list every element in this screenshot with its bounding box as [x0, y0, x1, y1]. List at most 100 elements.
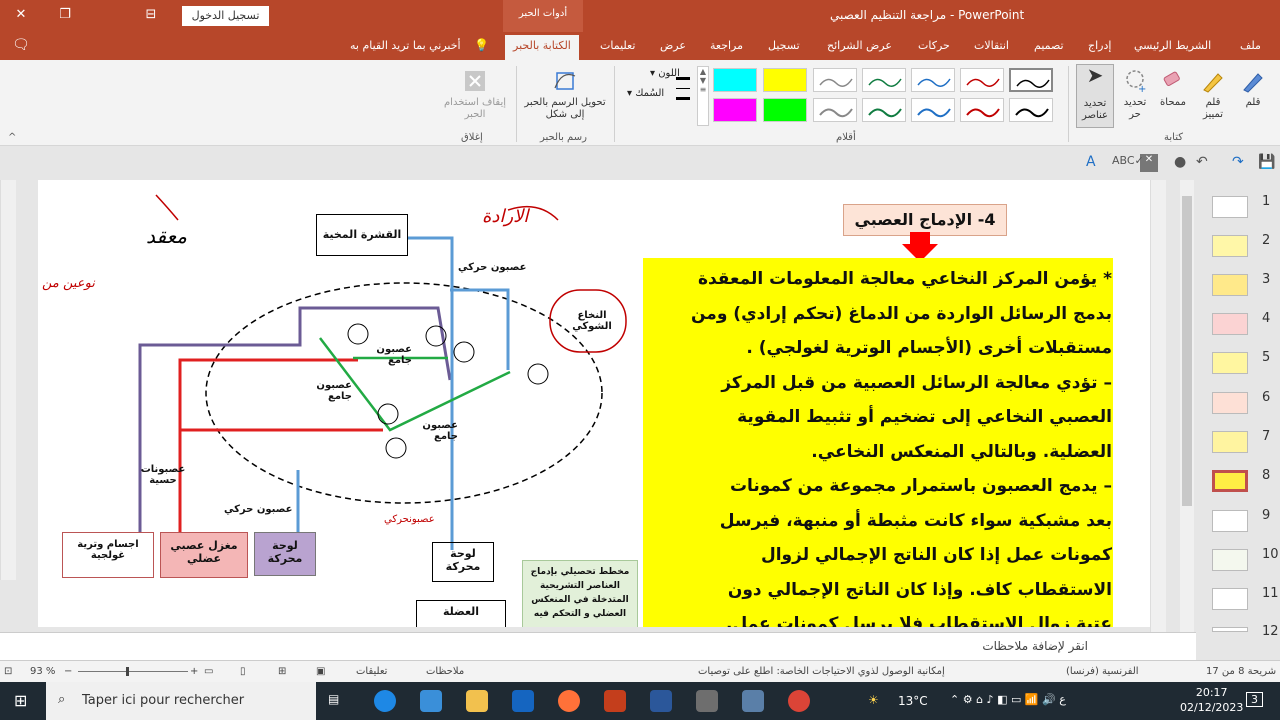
thumbs-scroll-thumb[interactable]: [1182, 196, 1192, 506]
dictate-icon[interactable]: ●: [1174, 154, 1186, 170]
line-4: – تؤدي معالجة الرسائل العصبية من قبل الم…: [721, 372, 1112, 393]
thumbnail-6[interactable]: [1212, 392, 1248, 414]
chrome-icon[interactable]: [788, 690, 810, 712]
thumbnail-9[interactable]: [1212, 510, 1248, 532]
notification-count[interactable]: 3: [1246, 692, 1263, 707]
thumbnail-12[interactable]: [1212, 627, 1248, 632]
highlighter-yellow[interactable]: [763, 68, 807, 92]
line-10: الاستقطاب كاف. وإذا كان الناتج الإجمالي …: [727, 579, 1112, 600]
highlighter-green[interactable]: [763, 98, 807, 122]
pen-gray[interactable]: [813, 68, 857, 92]
select-objects-button[interactable]: ➤ تحديد عناصر: [1076, 64, 1114, 128]
taskbar-search[interactable]: ⌕ Taper ici pour rechercher: [46, 682, 316, 720]
edge-icon[interactable]: [374, 690, 396, 712]
windows-start-icon[interactable]: ⊞: [14, 691, 27, 710]
weather-icon[interactable]: ☀: [868, 693, 879, 707]
tab-help[interactable]: تعليمات: [600, 39, 635, 52]
zoom-slider[interactable]: [78, 671, 188, 672]
zoom-level[interactable]: 93 %: [30, 666, 55, 677]
pens-gallery-scroll[interactable]: ▲ ▼ ≡: [697, 66, 709, 126]
tab-insert[interactable]: إدراج: [1088, 39, 1111, 52]
slide-canvas[interactable]: 4- الإدماج العصبي * يؤمن المركز النخاعي …: [38, 180, 1150, 627]
word-icon[interactable]: [650, 690, 672, 712]
thumbnail-11[interactable]: [1212, 588, 1248, 610]
left-scrollbar[interactable]: [0, 180, 16, 580]
thumbnail-7[interactable]: [1212, 431, 1248, 453]
group-writing-label: كتابة: [1164, 132, 1183, 143]
ribbon-display-options-icon[interactable]: ⊟: [138, 4, 164, 26]
zoom-in-icon[interactable]: +: [190, 666, 198, 677]
thumbnail-1[interactable]: [1212, 196, 1248, 218]
fit-slide-icon[interactable]: ⊡: [4, 666, 12, 677]
file-explorer-icon[interactable]: [466, 690, 488, 712]
pen-blue[interactable]: [911, 68, 955, 92]
tab-design[interactable]: تصميم: [1034, 39, 1064, 52]
reading-view-icon[interactable]: ▯: [240, 666, 246, 677]
comments-button[interactable]: تعليقات: [356, 666, 387, 677]
thumbnail-8-selected[interactable]: [1212, 470, 1248, 492]
pen-green-2[interactable]: [862, 98, 906, 122]
thumbnail-10[interactable]: [1212, 549, 1248, 571]
sorter-view-icon[interactable]: ⊞: [278, 666, 286, 677]
zoom-slider-thumb[interactable]: [126, 667, 129, 676]
highlighter-cyan[interactable]: [713, 68, 757, 92]
save-icon[interactable]: 💾: [1258, 154, 1275, 170]
powerpoint-icon[interactable]: [604, 690, 626, 712]
notes-pane[interactable]: انقر لإضافة ملاحظات: [0, 632, 1196, 660]
close-window-button[interactable]: ✕: [8, 4, 34, 26]
vertical-scrollbar[interactable]: [1150, 180, 1166, 632]
pen-button[interactable]: قلم: [1236, 68, 1270, 109]
thickness-dropdown[interactable]: ▾ السُمك: [627, 88, 664, 99]
pen-green[interactable]: [862, 68, 906, 92]
tab-review[interactable]: مراجعة: [710, 39, 743, 52]
thumbnail-4[interactable]: [1212, 313, 1248, 335]
tab-file[interactable]: ملف: [1240, 39, 1261, 52]
tray-icons[interactable]: ⌃ ⚙ ⌂ ♪ ◧ ▭ 📶 🔊 ع: [950, 693, 1066, 706]
tab-view[interactable]: عرض: [660, 39, 686, 52]
weather-temp[interactable]: 13°C: [898, 694, 928, 708]
thumbnail-5[interactable]: [1212, 352, 1248, 374]
highlighter-magenta[interactable]: [713, 98, 757, 122]
pen-gray-2[interactable]: [813, 98, 857, 122]
slideshow-view-icon[interactable]: ▭: [204, 666, 213, 677]
tab-animations[interactable]: حركات: [918, 39, 950, 52]
stop-inking-button[interactable]: إيقاف استخدام الحبر: [440, 68, 510, 121]
restore-window-button[interactable]: ❐: [52, 4, 78, 26]
tell-me-search[interactable]: أخبرني بما تريد القيام به: [350, 39, 461, 52]
pen-red[interactable]: [960, 68, 1004, 92]
pen-black-2[interactable]: [1009, 98, 1053, 122]
pen-red-2[interactable]: [960, 98, 1004, 122]
spelling-icon[interactable]: ABC✓: [1112, 154, 1144, 167]
comments-icon[interactable]: 🗨: [12, 37, 30, 53]
tab-record[interactable]: تسجيل: [768, 39, 800, 52]
mail-icon[interactable]: [512, 690, 534, 712]
ink-to-shape-button[interactable]: تحويل الرسم بالحبر إلى شكل: [524, 68, 606, 121]
eraser-button[interactable]: ممحاة: [1156, 68, 1190, 109]
tab-home[interactable]: الشريط الرئيسي: [1134, 39, 1211, 52]
notes-button[interactable]: ملاحظات: [426, 666, 464, 677]
normal-view-icon[interactable]: ▣: [316, 666, 325, 677]
task-view-icon[interactable]: ▤: [328, 692, 339, 706]
collapse-ribbon-icon[interactable]: ^: [8, 132, 16, 143]
clock[interactable]: 20:17 02/12/2023: [1180, 685, 1243, 715]
app-icon[interactable]: [696, 690, 718, 712]
accessibility-status[interactable]: إمكانية الوصول لذوي الاحتياجات الخاصة: ا…: [698, 666, 945, 677]
language-status[interactable]: الفرنسية (فرنسا): [1066, 666, 1139, 677]
settings-icon[interactable]: [742, 690, 764, 712]
tab-slideshow[interactable]: عرض الشرائح: [827, 39, 892, 52]
zoom-out-icon[interactable]: −: [64, 666, 72, 677]
font-color-icon[interactable]: A: [1086, 154, 1096, 170]
firefox-icon[interactable]: [558, 690, 580, 712]
store-icon[interactable]: [420, 690, 442, 712]
lasso-select-button[interactable]: + تحديد حر: [1118, 68, 1152, 121]
undo-icon[interactable]: ↶: [1196, 154, 1208, 170]
highlighter-button[interactable]: قلم تمييز: [1196, 68, 1230, 121]
thumbnail-2[interactable]: [1212, 235, 1248, 257]
tab-transitions[interactable]: انتقالات: [974, 39, 1009, 52]
pen-black-selected[interactable]: [1009, 68, 1053, 92]
thumbnail-3[interactable]: [1212, 274, 1248, 296]
tab-draw[interactable]: الكتابة بالحبر: [505, 35, 579, 60]
sign-in-button[interactable]: تسجيل الدخول: [182, 6, 269, 26]
redo-icon[interactable]: ↷: [1232, 154, 1244, 170]
pen-blue-2[interactable]: [911, 98, 955, 122]
